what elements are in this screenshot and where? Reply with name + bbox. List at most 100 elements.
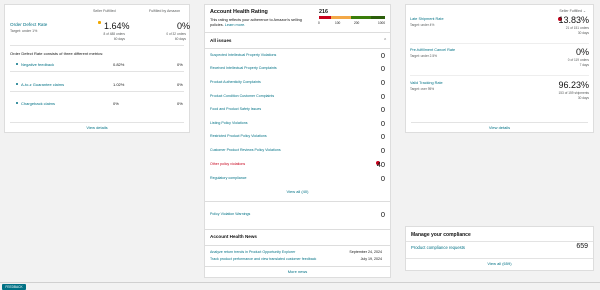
issue-name[interactable]: Regulatory compliance (210, 176, 247, 180)
metric-name[interactable]: Chargeback claims (21, 101, 55, 106)
odr-fba-days: 60 days (174, 37, 186, 41)
col-seller-fulfilled: Seller Fulfilled (93, 9, 116, 13)
issue-row[interactable]: Customer Product Reviews Policy Violatio… (210, 146, 385, 158)
metric-orders: 21 of 151 orders (565, 26, 589, 30)
ahr-bar-darkgreen (371, 16, 385, 19)
more-news-link[interactable]: More news (205, 269, 390, 274)
news-date: July 19, 2024 (360, 257, 382, 261)
view-all-issues-link[interactable]: View all (40) (205, 189, 390, 194)
odr-title-link[interactable]: Order Defect Rate (10, 22, 47, 27)
metric-target: Target: over 95% (410, 87, 435, 91)
metric-pre-fulfillment-cancel: Pre-fulfillment Cancel Rate Target: unde… (410, 43, 589, 73)
ahr-score: 216 (319, 9, 328, 15)
divider (411, 122, 588, 123)
warning-icon (98, 21, 101, 24)
footer-divider (0, 282, 600, 283)
divider (205, 48, 390, 49)
news-item[interactable]: Track product performance and view trans… (210, 257, 385, 261)
metric-name[interactable]: Valid Tracking Rate (410, 81, 443, 85)
issue-row[interactable]: Restricted Product Policy Violations 0 (210, 132, 385, 144)
metric-fba-value: 0% (177, 101, 183, 106)
metric-valid-tracking: Valid Tracking Rate Target: over 95% 96.… (410, 75, 589, 119)
metric-name[interactable]: A-to-z Guarantee claims (21, 82, 64, 87)
issue-row[interactable]: Listing Policy Violations 0 (210, 119, 385, 131)
divider (205, 32, 390, 33)
odr-seller-orders: 8 of 488 orders (103, 32, 125, 36)
divider (205, 266, 390, 267)
issue-row[interactable]: Regulatory compliance 0 (210, 174, 385, 186)
metric-fba-value: 0% (177, 82, 183, 87)
issue-count: 0 (380, 174, 385, 183)
metric-value: 13.83% (558, 15, 589, 25)
issue-count: 0 (380, 51, 385, 60)
metric-target: Target: under 4% (410, 23, 435, 27)
issue-name[interactable]: Suspected Intellectual Property Violatio… (210, 53, 276, 57)
order-defect-card: Seller Fulfilled Fulfilled by Amazon Ord… (4, 4, 190, 133)
view-all-compliance-link[interactable]: View all (659) (406, 261, 593, 266)
chevron-up-icon[interactable]: ⌃ (383, 38, 387, 44)
issue-row[interactable]: Food and Product Safety Issues 0 (210, 105, 385, 117)
issue-row[interactable]: Suspected Intellectual Property Violatio… (210, 51, 385, 63)
col-fulfilled-by-amazon: Fulfilled by Amazon (149, 9, 181, 13)
metric-days: 7 days (579, 63, 589, 67)
feedback-button[interactable]: FEEDBACK (2, 284, 26, 290)
issue-count: 40 (376, 160, 385, 169)
issue-row[interactable]: Received Intellectual Property Complaint… (210, 64, 385, 76)
metric-name[interactable]: Negative feedback (21, 62, 54, 67)
ahr-tick: 200 (354, 21, 360, 25)
metric-row-chargeback[interactable]: Chargeback claims 0% 0% (10, 101, 184, 109)
ahr-bar-yellow (331, 16, 351, 19)
view-details-link[interactable]: View details (5, 125, 189, 130)
news-link[interactable]: Analyze return trends in Product Opportu… (210, 250, 295, 254)
issue-count: 0 (380, 64, 385, 73)
metric-seller-value: 1.02% (113, 82, 125, 87)
compliance-requests-link[interactable]: Product compliance requests (411, 245, 465, 250)
issue-count: 0 (380, 210, 385, 219)
news-item[interactable]: Analyze return trends in Product Opportu… (210, 250, 385, 254)
learn-more-link[interactable]: Learn more. (225, 23, 245, 27)
news-date: September 24, 2024 (349, 250, 382, 254)
metric-fba-value: 0% (177, 62, 183, 67)
issue-name[interactable]: Listing Policy Violations (210, 121, 248, 125)
odr-seller-days: 60 days (113, 37, 125, 41)
issue-row[interactable]: Product Authenticity Complaints 0 (210, 78, 385, 90)
ahr-description: This rating reflects your adherence to A… (210, 18, 302, 27)
ahr-tick: 0 (318, 21, 320, 25)
metric-value: 0% (575, 47, 589, 57)
issue-name[interactable]: Customer Product Reviews Policy Violatio… (210, 148, 281, 152)
divider (10, 91, 184, 92)
compliance-card: Manage your compliance Product complianc… (405, 226, 594, 271)
metric-name[interactable]: Late Shipment Rate (410, 17, 444, 21)
metric-orders: 0 of 119 orders (567, 58, 589, 62)
metric-value: 96.23% (558, 80, 589, 90)
divider (406, 258, 593, 259)
metric-name[interactable]: Pre-fulfillment Cancel Rate (410, 48, 455, 52)
metric-seller-value: 0% (113, 101, 119, 106)
issue-name[interactable]: Product Condition Customer Complaints (210, 94, 274, 98)
issue-row-other-policy[interactable]: Other policy violations 40 (210, 160, 385, 172)
issue-row[interactable]: Product Condition Customer Complaints 0 (210, 92, 385, 104)
account-health-card: Account Health Rating This rating reflec… (204, 4, 391, 278)
odr-fba-orders: 0 of 32 orders (166, 32, 186, 36)
shipping-performance-card: Seller Fulfilled ⌄ Late Shipment Rate Ta… (405, 4, 594, 133)
news-title: Account Health News (210, 234, 257, 239)
metric-days: 30 days (577, 96, 589, 100)
odr-fba-value: 0% (177, 21, 191, 31)
metric-row-negative-feedback[interactable]: Negative feedback 0.82% 0% (10, 62, 184, 70)
issue-name[interactable]: Policy Violation Warnings (210, 212, 250, 216)
ahr-bar-red (319, 16, 331, 19)
issue-count: 0 (380, 105, 385, 114)
issue-name[interactable]: Product Authenticity Complaints (210, 80, 261, 84)
issue-name[interactable]: Received Intellectual Property Complaint… (210, 66, 277, 70)
issue-name[interactable]: Other policy violations (210, 162, 245, 166)
news-link[interactable]: Track product performance and view trans… (210, 257, 316, 261)
metric-row-atoz-claims[interactable]: A-to-z Guarantee claims 1.02% 0% (10, 82, 184, 90)
policy-warnings-row[interactable]: Policy Violation Warnings 0 (210, 210, 385, 222)
issue-name[interactable]: Food and Product Safety Issues (210, 107, 261, 111)
issue-name[interactable]: Restricted Product Policy Violations (210, 134, 267, 138)
ahr-bar-green (351, 16, 371, 19)
view-details-link[interactable]: View details (406, 125, 593, 130)
bullet-icon (16, 102, 18, 104)
odr-seller-value: 1.64% (104, 21, 130, 31)
metric-seller-value: 0.82% (113, 62, 125, 67)
